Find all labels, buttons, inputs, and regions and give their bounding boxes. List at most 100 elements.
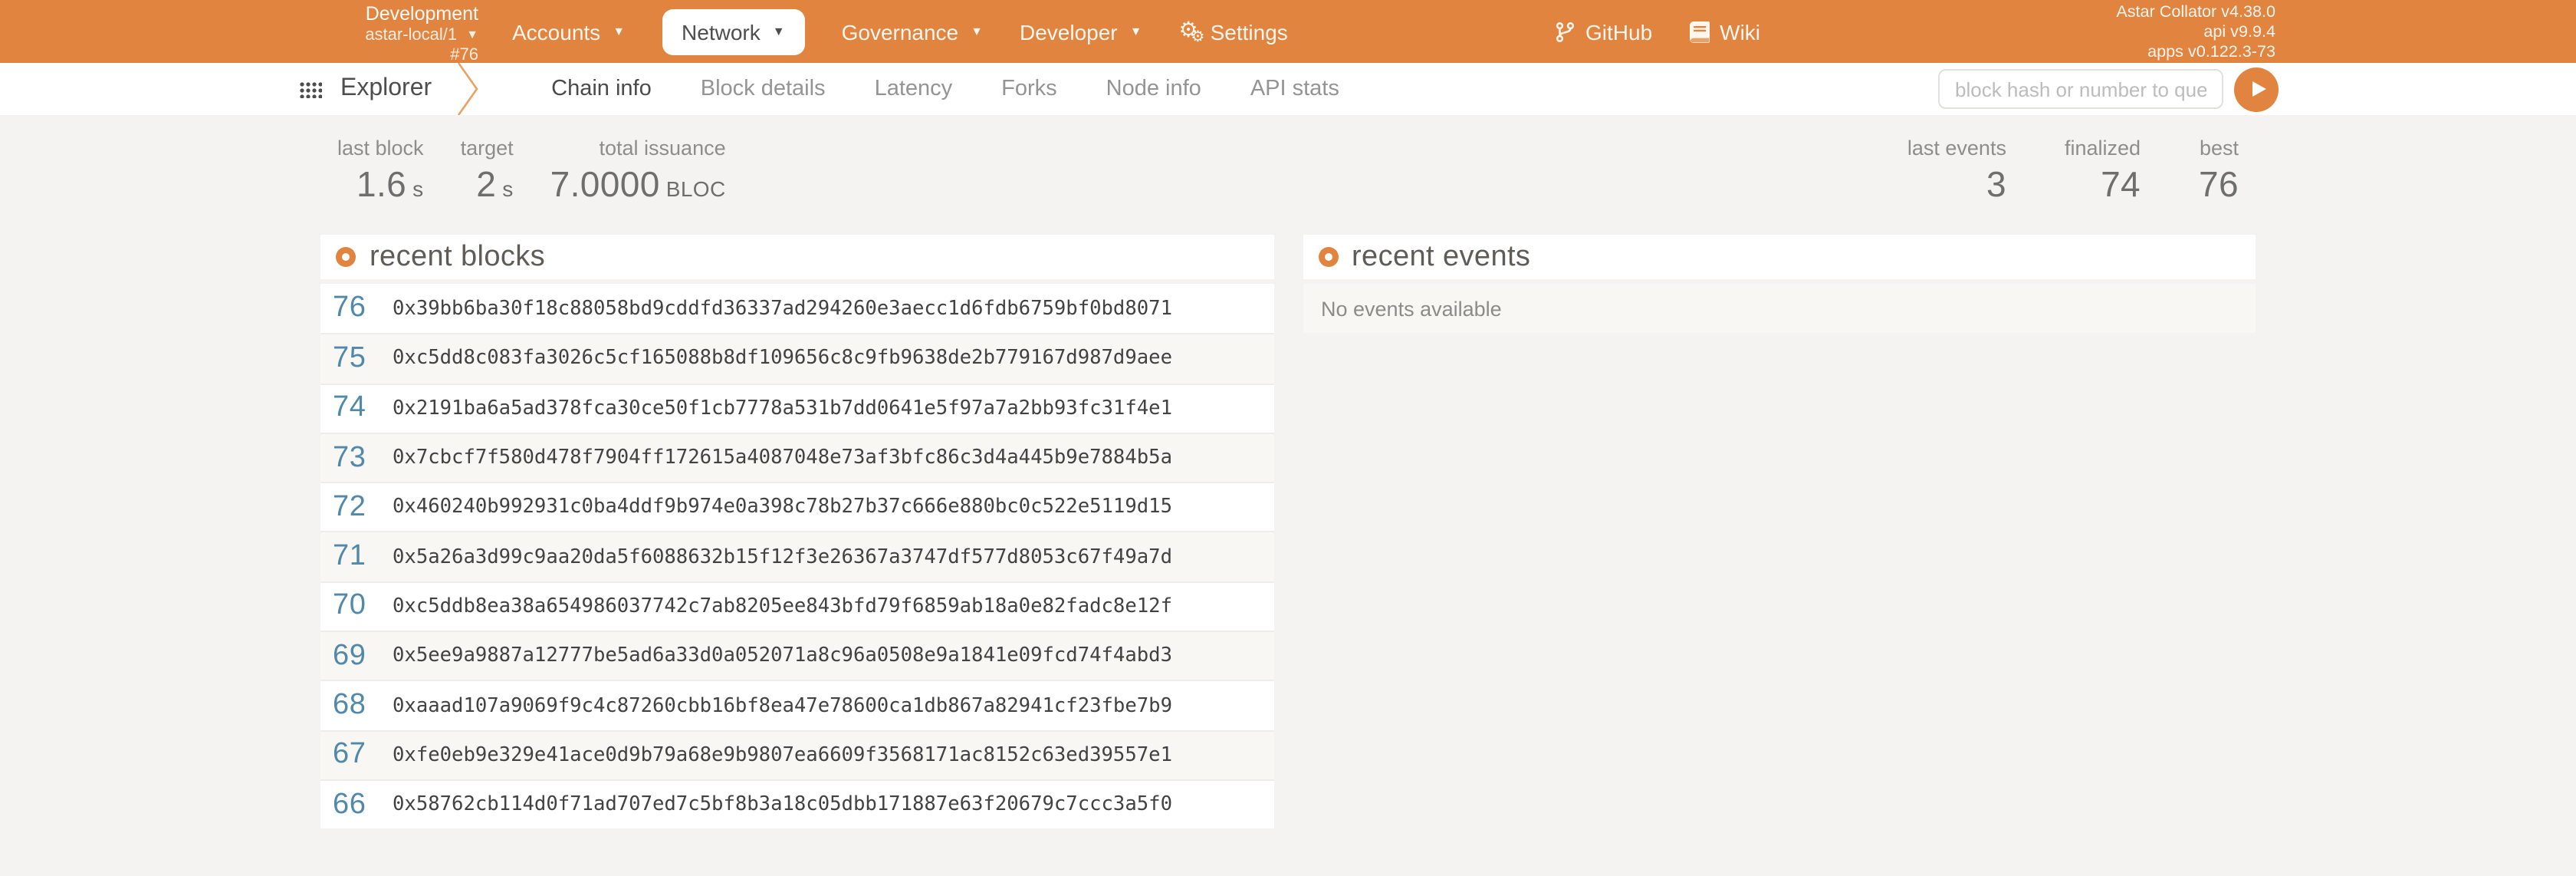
github-link[interactable]: GitHub xyxy=(1555,19,1652,44)
summary-finalized: finalized 74 xyxy=(2065,135,2141,206)
empty-events-message: No events available xyxy=(1315,297,1502,320)
block-hash: 0x460240b992931c0ba4ddf9b974e0a398c78b27… xyxy=(393,496,1172,519)
block-row: 76 0x39bb6ba30f18c88058bd9cddfd36337ad29… xyxy=(320,284,1273,334)
block-row: 66 0x58762cb114d0f71ad707ed7c5bf8b3a18c0… xyxy=(320,779,1273,829)
version-info: Astar Collator v4.38.0 api v9.9.4 apps v… xyxy=(2116,3,2275,62)
menu-network[interactable]: Network ▼ xyxy=(662,8,805,54)
chevron-down-icon: ▼ xyxy=(466,28,478,41)
block-number-link[interactable]: 68 xyxy=(333,689,385,723)
empty-events-row: No events available xyxy=(1303,284,2256,334)
chain-node: astar-local/1 xyxy=(365,26,457,44)
tab-api-stats[interactable]: API stats xyxy=(1250,77,1339,101)
main-menu: Accounts▼ Network▼ Governance▼ Developer… xyxy=(512,0,1288,63)
block-hash: 0x2191ba6a5ad378fca30ce50f1cb7778a531b7d… xyxy=(393,397,1172,420)
block-row: 69 0x5ee9a9887a12777be5ad6a33d0a052071a8… xyxy=(320,631,1273,680)
menu-settings-label: Settings xyxy=(1211,19,1288,44)
menu-governance-label: Governance xyxy=(842,19,959,44)
dot-circle-icon xyxy=(336,247,356,267)
stat-label: target xyxy=(461,135,514,161)
apps-version: apps v0.122.3-73 xyxy=(2116,42,2275,62)
stat-unit: BLOC xyxy=(666,176,726,201)
block-hash: 0x5a26a3d99c9aa20da5f6088632b15f12f3e263… xyxy=(393,545,1172,568)
app: Development astar-local/1▼ #76 Accounts▼… xyxy=(0,0,2576,876)
block-number-link[interactable]: 70 xyxy=(333,590,385,624)
stat-label: total issuance xyxy=(550,135,726,161)
summary-total-issuance: total issuance 7.0000BLOC xyxy=(550,135,726,210)
block-row: 67 0xfe0eb9e329e41ace0d9b79a68e9b9807ea6… xyxy=(320,729,1273,779)
block-hash: 0xfe0eb9e329e41ace0d9b79a68e9b9807ea6609… xyxy=(393,744,1172,767)
recent-blocks-panel: recent blocks 76 0x39bb6ba30f18c88058bd9… xyxy=(320,235,1273,829)
block-row: 72 0x460240b992931c0ba4ddf9b974e0a398c78… xyxy=(320,482,1273,532)
block-number-link[interactable]: 66 xyxy=(333,788,385,822)
panel-title: recent events xyxy=(1352,240,1530,274)
block-hash: 0xc5dd8c083fa3026c5cf165088b8df109656c8c… xyxy=(393,347,1172,370)
block-row: 71 0x5a26a3d99c9aa20da5f6088632b15f12f3e… xyxy=(320,532,1273,581)
apps-grid-icon xyxy=(299,81,322,97)
summary-right-group: last events 3 finalized 74 best 76 xyxy=(1907,135,2239,206)
wiki-label: Wiki xyxy=(1720,19,1760,44)
menu-developer[interactable]: Developer▼ xyxy=(1020,19,1142,44)
tab-node-info[interactable]: Node info xyxy=(1106,77,1201,101)
stat-label: finalized xyxy=(2065,135,2141,161)
chevron-down-icon: ▼ xyxy=(773,25,785,38)
stat-value: 1.6 xyxy=(356,164,406,204)
wiki-link[interactable]: Wiki xyxy=(1689,19,1760,44)
block-row: 73 0x7cbcf7f580d478f7904ff172615a4087048… xyxy=(320,433,1273,482)
search-input[interactable] xyxy=(1938,69,2223,109)
search-submit-button[interactable] xyxy=(2234,67,2279,111)
tab-latency[interactable]: Latency xyxy=(875,77,953,101)
stat-value: 2 xyxy=(476,164,496,204)
chevron-down-icon: ▼ xyxy=(1130,25,1142,38)
chain-selector[interactable]: Development astar-local/1▼ #76 xyxy=(297,3,478,66)
block-row: 74 0x2191ba6a5ad378fca30ce50f1cb7778a531… xyxy=(320,383,1273,433)
dot-circle-icon xyxy=(1318,247,1338,267)
summary-best: best 76 xyxy=(2199,135,2239,206)
menu-governance[interactable]: Governance▼ xyxy=(842,19,983,44)
menu-accounts-label: Accounts xyxy=(512,19,600,44)
section-title: Explorer xyxy=(340,75,432,103)
tab-block-details[interactable]: Block details xyxy=(701,77,826,101)
stat-value: 7.0000 xyxy=(550,164,660,204)
block-number-link[interactable]: 73 xyxy=(333,441,385,475)
block-hash: 0xc5ddb8ea38a654986037742c7ab8205ee843bf… xyxy=(393,595,1172,618)
menu-accounts[interactable]: Accounts▼ xyxy=(512,19,625,44)
chain-summary: last block 1.6s target 2s total issuance… xyxy=(297,135,2279,210)
top-menu-bar: Development astar-local/1▼ #76 Accounts▼… xyxy=(0,0,2576,63)
summary-left-group: last block 1.6s target 2s total issuance… xyxy=(337,135,726,210)
recent-blocks-header: recent blocks xyxy=(320,235,1273,279)
block-hash: 0xaaad107a9069f9c4c87260cbb16bf8ea47e786… xyxy=(393,694,1172,717)
block-number-link[interactable]: 69 xyxy=(333,639,385,673)
recent-events-list: No events available xyxy=(1303,284,2256,334)
api-version: api v9.9.4 xyxy=(2116,23,2275,43)
block-number-link[interactable]: 75 xyxy=(333,342,385,376)
stat-label: last events xyxy=(1907,135,2006,161)
tab-chain-info[interactable]: Chain info xyxy=(551,77,652,101)
block-hash: 0x7cbcf7f580d478f7904ff172615a4087048e73… xyxy=(393,446,1172,469)
breadcrumb-divider-icon xyxy=(456,63,481,115)
block-number-link[interactable]: 74 xyxy=(333,391,385,425)
block-row: 70 0xc5ddb8ea38a654986037742c7ab8205ee84… xyxy=(320,581,1273,631)
recent-events-header: recent events xyxy=(1303,235,2256,279)
block-hash: 0x5ee9a9887a12777be5ad6a33d0a052071a8c96… xyxy=(393,644,1172,667)
block-number-link[interactable]: 76 xyxy=(333,291,385,325)
block-number-link[interactable]: 72 xyxy=(333,491,385,525)
git-branch-icon xyxy=(1555,21,1575,42)
menu-network-label: Network xyxy=(682,19,761,44)
menu-settings[interactable]: ⚙⚙ Settings xyxy=(1179,19,1288,44)
summary-last-block: last block 1.6s xyxy=(337,135,424,210)
github-label: GitHub xyxy=(1585,19,1652,44)
block-row: 75 0xc5dd8c083fa3026c5cf165088b8df109656… xyxy=(320,334,1273,384)
stat-value: 74 xyxy=(2065,164,2141,206)
external-links: GitHub Wiki xyxy=(1555,0,1760,63)
summary-target: target 2s xyxy=(461,135,514,210)
tab-forks[interactable]: Forks xyxy=(1001,77,1057,101)
panels-row: recent blocks 76 0x39bb6ba30f18c88058bd9… xyxy=(297,235,2279,829)
settings-gears-icon: ⚙⚙ xyxy=(1179,18,1198,39)
block-row: 68 0xaaad107a9069f9c4c87260cbb16bf8ea47e… xyxy=(320,680,1273,730)
node-version: Astar Collator v4.38.0 xyxy=(2116,3,2275,23)
block-number-link[interactable]: 71 xyxy=(333,540,385,574)
block-search xyxy=(1938,67,2279,111)
block-number-link[interactable]: 67 xyxy=(333,739,385,772)
block-hash: 0x58762cb114d0f71ad707ed7c5bf8b3a18c05db… xyxy=(393,793,1172,816)
play-icon xyxy=(2252,81,2266,97)
